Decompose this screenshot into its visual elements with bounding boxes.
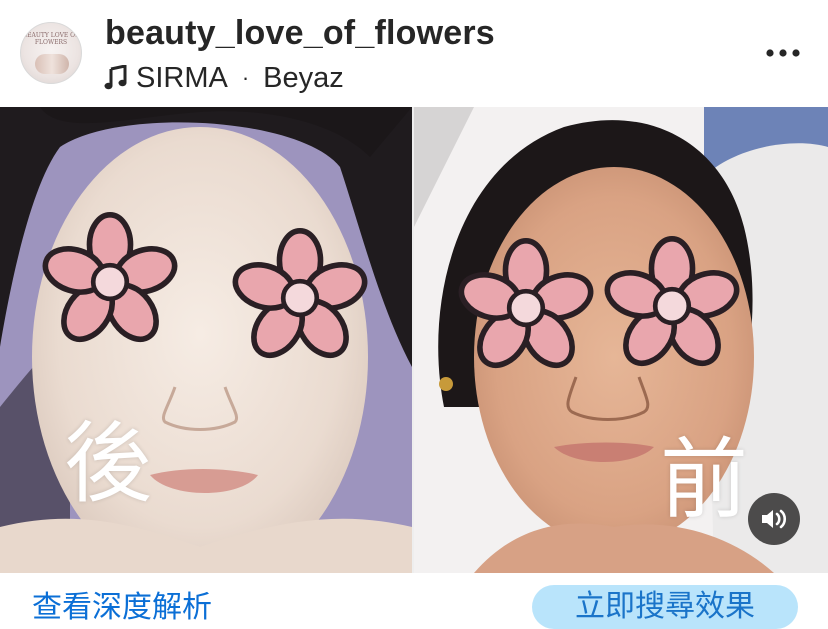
music-note-icon	[104, 65, 127, 90]
music-track: Beyaz	[263, 61, 344, 94]
flower-sticker-left-eye-after	[40, 212, 180, 352]
view-analysis-link[interactable]: 查看深度解析	[32, 588, 212, 628]
flower-sticker-left-eye-before	[456, 238, 596, 378]
post-header: BEAUTY LOVE OF FLOWERS beauty_love_of_fl…	[0, 0, 828, 107]
before-label: 前	[660, 428, 749, 531]
music-separator: ·	[241, 65, 250, 90]
search-effect-button[interactable]: 立即搜尋效果	[532, 585, 798, 629]
after-label: 後	[64, 412, 153, 515]
speaker-icon	[762, 509, 787, 529]
music-attribution[interactable]: SIRMA · Beyaz	[104, 60, 344, 96]
username-link[interactable]: beauty_love_of_flowers	[105, 14, 495, 53]
profile-avatar[interactable]: BEAUTY LOVE OF FLOWERS	[20, 22, 82, 84]
music-artist: SIRMA	[136, 61, 228, 94]
flower-sticker-right-eye-before	[602, 236, 742, 376]
more-options-icon[interactable]	[766, 48, 800, 58]
sound-toggle-button[interactable]	[748, 493, 800, 545]
flower-sticker-right-eye-after	[230, 228, 370, 368]
avatar-photo	[35, 54, 69, 74]
avatar-logo-text: BEAUTY LOVE OF FLOWERS	[22, 32, 80, 46]
